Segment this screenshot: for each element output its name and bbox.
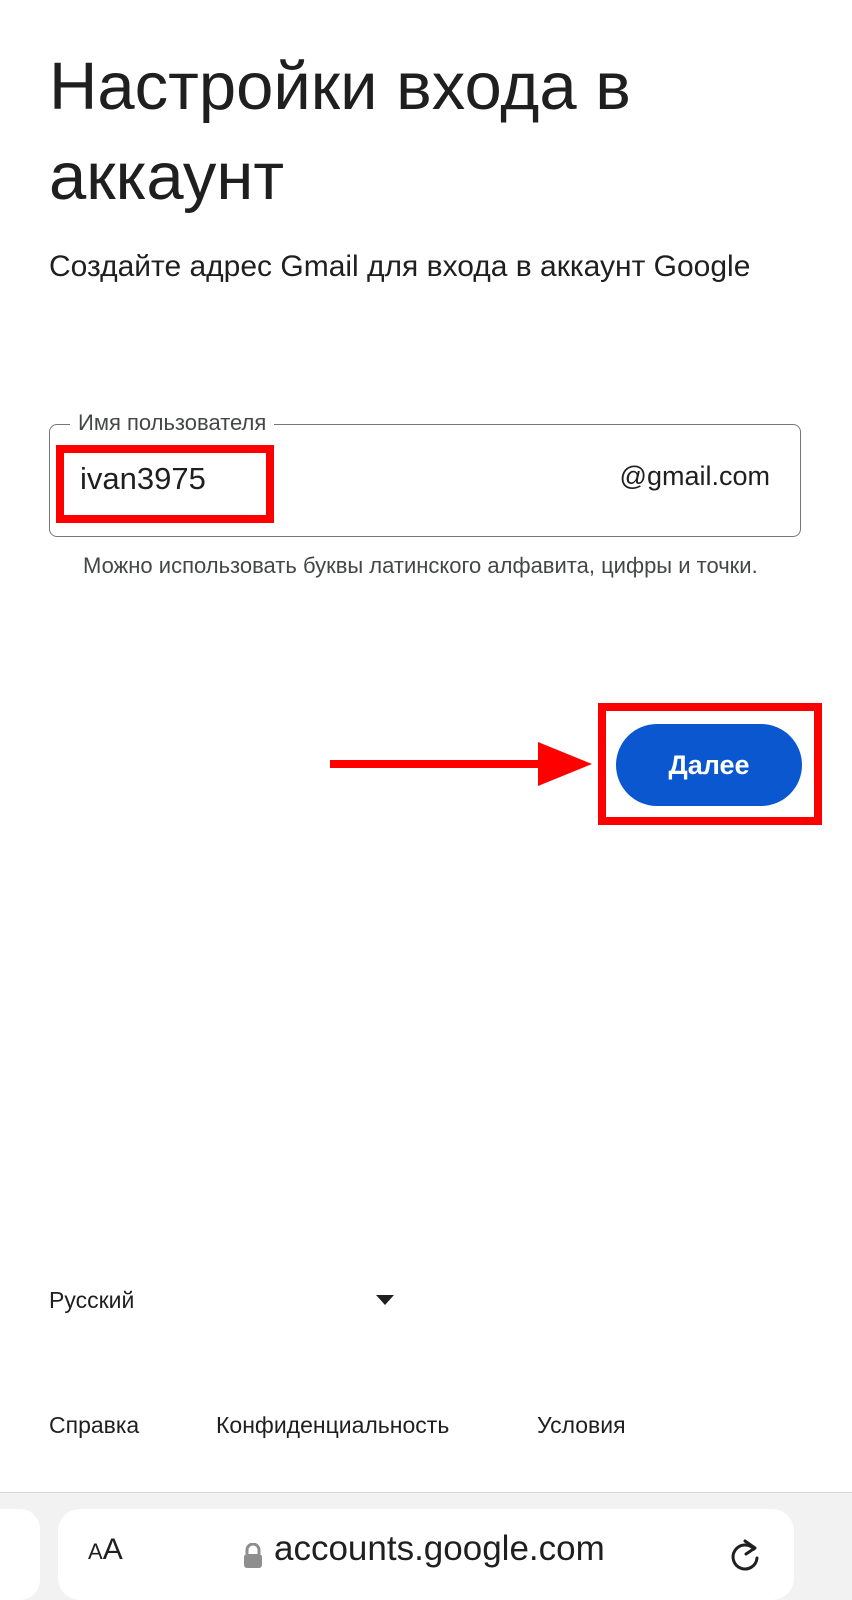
previous-tab-edge[interactable] xyxy=(0,1509,40,1600)
footer-links: Справка Конфиденциальность Условия xyxy=(0,1412,852,1452)
page-title: Настройки входа в аккаунт xyxy=(49,49,631,214)
address-bar[interactable]: AA accounts.google.com xyxy=(58,1509,794,1600)
text-size-button[interactable]: AA xyxy=(88,1533,123,1567)
caret-down-icon xyxy=(376,1295,394,1305)
privacy-link[interactable]: Конфиденциальность xyxy=(216,1412,449,1439)
username-field-label: Имя пользователя xyxy=(70,408,275,438)
page-subtitle: Создайте адрес Gmail для входа в аккаунт… xyxy=(49,250,751,283)
next-button[interactable]: Далее xyxy=(616,724,802,806)
language-selected: Русский xyxy=(49,1286,135,1313)
language-select[interactable]: Русский xyxy=(49,1280,394,1320)
lock-icon xyxy=(244,1543,262,1568)
username-hint: Можно использовать буквы латинского алфа… xyxy=(83,553,758,578)
gmail-suffix: @gmail.com xyxy=(619,461,770,491)
username-highlight-annotation xyxy=(56,445,274,523)
terms-link[interactable]: Условия xyxy=(537,1412,626,1439)
arrow-right-icon xyxy=(330,742,592,786)
help-link[interactable]: Справка xyxy=(49,1412,139,1439)
url-text: accounts.google.com xyxy=(274,1529,605,1568)
reload-icon[interactable] xyxy=(728,1537,762,1573)
